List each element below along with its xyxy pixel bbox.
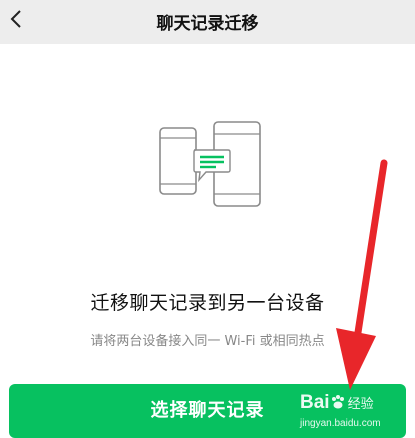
page-title: 聊天记录迁移 bbox=[156, 14, 259, 34]
migration-heading: 迁移聊天记录到另一台设备 bbox=[90, 292, 325, 314]
two-phones-transfer-icon bbox=[159, 121, 261, 207]
wifi-instruction: 请将两台设备接入同一 Wi-Fi 或相同热点 bbox=[90, 334, 325, 349]
top-bar: 聊天记录迁移 bbox=[0, 0, 415, 44]
select-chat-history-button[interactable]: 选择聊天记录 bbox=[9, 384, 406, 438]
red-arrow-annotation bbox=[336, 159, 388, 390]
